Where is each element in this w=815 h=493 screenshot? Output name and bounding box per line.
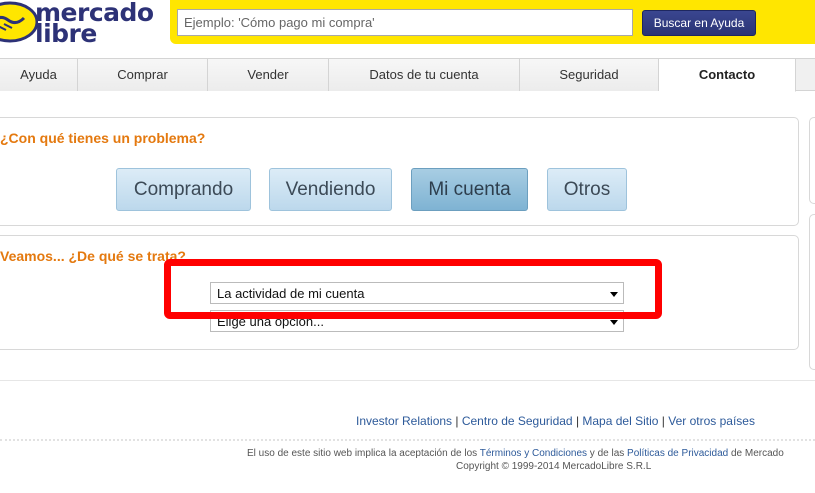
tab-contacto[interactable]: Contacto	[659, 59, 796, 92]
legal-middle: y de las	[589, 448, 625, 459]
otros-paises-link[interactable]: Ver otros países	[668, 414, 755, 428]
search-input[interactable]: Ejemplo: 'Cómo pago mi compra'	[177, 9, 633, 36]
otros-button[interactable]: Otros	[547, 168, 627, 211]
investor-relations-link[interactable]: Investor Relations	[356, 414, 452, 428]
footer-dotted-divider	[0, 439, 815, 441]
centro-seguridad-link[interactable]: Centro de Seguridad	[462, 414, 573, 428]
legal-prefix: El uso de este sitio web implica la acep…	[247, 448, 478, 459]
problem-title: ¿Con qué tienes un problema?	[0, 130, 206, 146]
topic-title: Veamos... ¿De qué se trata?	[0, 248, 186, 264]
tab-datos-cuenta[interactable]: Datos de tu cuenta	[329, 59, 520, 91]
side-panel-bottom	[809, 214, 815, 370]
mercadolibre-logo[interactable]: mercado libre	[0, 0, 158, 50]
footer-divider	[0, 380, 815, 381]
comprando-button[interactable]: Comprando	[116, 168, 251, 211]
handshake-logo-icon	[0, 1, 38, 43]
copyright: Copyright © 1999-2014 MercadoLibre S.R.L	[456, 461, 652, 472]
nav-tabs: Ayuda Comprar Vender Datos de tu cuenta …	[0, 58, 815, 92]
terms-link[interactable]: Términos y Condiciones	[480, 448, 587, 459]
topic-category-value: La actividad de mi cuenta	[217, 286, 365, 301]
vendiendo-button[interactable]: Vendiendo	[269, 168, 392, 211]
header: mercado libre Ejemplo: 'Cómo pago mi com…	[0, 0, 815, 58]
legal-notice: El uso de este sitio web implica la acep…	[247, 448, 784, 459]
chevron-down-icon	[610, 320, 618, 325]
search-help-button[interactable]: Buscar en Ayuda	[642, 10, 756, 36]
tab-seguridad[interactable]: Seguridad	[520, 59, 659, 91]
logo-wordmark: mercado libre	[35, 0, 154, 46]
tab-comprar[interactable]: Comprar	[78, 59, 208, 91]
tab-vender[interactable]: Vender	[208, 59, 329, 91]
tab-ayuda[interactable]: Ayuda	[0, 59, 78, 91]
chevron-down-icon	[610, 292, 618, 297]
topic-category-select[interactable]: La actividad de mi cuenta	[210, 282, 624, 304]
footer-links: Investor Relations | Centro de Seguridad…	[356, 414, 755, 428]
mi-cuenta-button[interactable]: Mi cuenta	[411, 168, 528, 211]
mapa-sitio-link[interactable]: Mapa del Sitio	[582, 414, 658, 428]
side-panel-top	[809, 117, 815, 204]
legal-suffix: de Mercado	[731, 448, 784, 459]
privacy-link[interactable]: Políticas de Privacidad	[627, 448, 728, 459]
